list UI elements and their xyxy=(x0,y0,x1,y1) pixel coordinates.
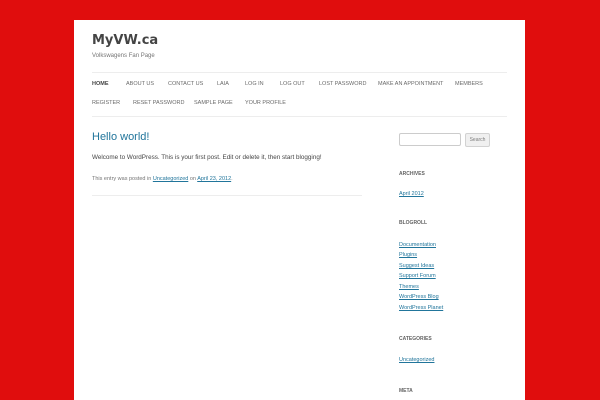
main-navigation: HOME ABOUT US CONTACT US LAIA LOG IN LOG… xyxy=(92,72,507,117)
post-meta: This entry was posted in Uncategorized o… xyxy=(92,176,233,182)
nav-contact-us[interactable]: CONTACT US xyxy=(168,81,203,87)
page-container: MyVW.ca Volkswagens Fan Page HOME ABOUT … xyxy=(74,20,525,400)
blogroll-link-suggest-ideas[interactable]: Suggest Ideas xyxy=(399,263,434,269)
nav-log-out[interactable]: LOG OUT xyxy=(280,81,305,87)
blogroll-link-documentation[interactable]: Documentation xyxy=(399,242,436,248)
post-body: Welcome to WordPress. This is your first… xyxy=(92,154,322,161)
nav-register[interactable]: REGISTER xyxy=(92,100,120,106)
post-divider xyxy=(92,195,362,196)
categories-widget-title: CATEGORIES xyxy=(399,336,432,342)
post-date-link[interactable]: April 23, 2012 xyxy=(197,176,231,182)
search-button[interactable]: Search xyxy=(465,133,490,147)
post-category-link[interactable]: Uncategorized xyxy=(153,176,188,182)
post-title[interactable]: Hello world! xyxy=(92,131,149,143)
site-description: Volkswagens Fan Page xyxy=(92,53,155,59)
blogroll-link-themes[interactable]: Themes xyxy=(399,284,419,290)
nav-members[interactable]: MEMBERS xyxy=(455,81,483,87)
blogroll-link-support-forum[interactable]: Support Forum xyxy=(399,273,436,279)
site-title[interactable]: MyVW.ca xyxy=(92,33,158,48)
blogroll-widget-title: BLOGROLL xyxy=(399,220,428,226)
category-link-uncategorized[interactable]: Uncategorized xyxy=(399,357,434,363)
archive-link[interactable]: April 2012 xyxy=(399,191,424,197)
meta-widget-title: META xyxy=(399,388,413,394)
blogroll-link-wordpress-planet[interactable]: WordPress Planet xyxy=(399,305,443,311)
post-meta-on: on xyxy=(189,176,196,182)
nav-lost-password[interactable]: LOST PASSWORD xyxy=(319,81,366,87)
search-input[interactable] xyxy=(399,133,461,146)
nav-reset-password[interactable]: RESET PASSWORD xyxy=(133,100,184,106)
nav-sample-page[interactable]: SAMPLE PAGE xyxy=(194,100,233,106)
nav-make-an-appointment[interactable]: MAKE AN APPOINTMENT xyxy=(378,81,443,87)
archives-widget-title: ARCHIVES xyxy=(399,171,425,177)
nav-your-profile[interactable]: YOUR PROFILE xyxy=(245,100,286,106)
post-meta-suffix: . xyxy=(231,176,233,182)
nav-log-in[interactable]: LOG IN xyxy=(245,81,264,87)
nav-laia[interactable]: LAIA xyxy=(217,81,229,87)
nav-about-us[interactable]: ABOUT US xyxy=(126,81,154,87)
blogroll-link-wordpress-blog[interactable]: WordPress Blog xyxy=(399,294,439,300)
nav-home[interactable]: HOME xyxy=(92,81,109,87)
post-meta-prefix: This entry was posted in xyxy=(92,176,152,182)
blogroll-link-plugins[interactable]: Plugins xyxy=(399,252,417,258)
